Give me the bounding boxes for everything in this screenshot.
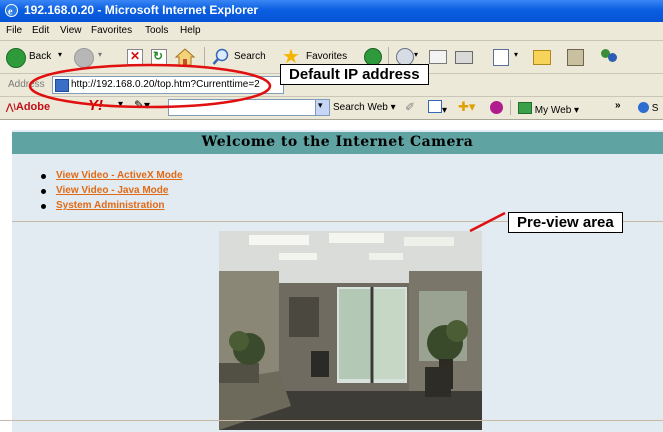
address-input[interactable]: http://192.168.0.20/top.htm?Currenttime=…: [52, 76, 284, 94]
media-button[interactable]: [364, 47, 382, 67]
search-label: Search: [234, 51, 266, 62]
list-item: System Administration: [40, 200, 183, 215]
menu-favorites[interactable]: Favorites: [91, 25, 132, 36]
refresh-button[interactable]: ↻: [150, 47, 168, 67]
search-toolbar: ⋀\Adobe Y! ▾ ✎▾ ▾ Search Web ▾ ✐ ▾ ✚▾ My…: [0, 97, 663, 120]
forward-button[interactable]: ▾: [74, 47, 114, 68]
edit-button[interactable]: ▾: [492, 47, 526, 67]
back-dropdown-icon: ▾: [58, 50, 63, 59]
chevron-down-icon: ▾: [318, 100, 323, 110]
menu-view[interactable]: View: [60, 25, 82, 36]
mail-alert-icon[interactable]: [490, 101, 503, 114]
svg-text:e: e: [8, 7, 13, 18]
yahoo-search-input[interactable]: [168, 99, 316, 116]
adobe-logo-icon: ⋀\: [6, 102, 16, 112]
research-icon: [567, 49, 584, 66]
address-url: http://192.168.0.20/top.htm?Currenttime=…: [71, 79, 260, 90]
divider: [0, 420, 663, 421]
back-arrow-icon: [6, 48, 26, 68]
page-icon: [55, 79, 69, 92]
bullet-icon: [41, 174, 46, 179]
yahoo-dropdown-icon[interactable]: ▾: [118, 99, 123, 110]
office-scene-illustration: [219, 231, 482, 430]
forward-arrow-icon: [74, 48, 94, 68]
print-icon: [455, 51, 473, 64]
edit-page-icon: [493, 49, 509, 66]
menu-file[interactable]: File: [6, 25, 22, 36]
sign-in-button[interactable]: S: [638, 102, 658, 114]
history-icon: [396, 48, 414, 66]
view-video-activex-link[interactable]: View Video - ActiveX Mode: [56, 170, 183, 181]
search-web-label: Search Web: [333, 102, 388, 113]
back-label: Back: [29, 51, 52, 62]
sign-in-label: S: [651, 103, 659, 114]
history-dropdown-icon: ▾: [414, 50, 419, 59]
divider: [12, 221, 663, 222]
mail-button[interactable]: [428, 47, 448, 67]
welcome-banner: Welcome to the Internet Camera: [12, 132, 663, 154]
print-button[interactable]: [454, 47, 474, 67]
refresh-arrow-icon: ↻: [153, 49, 164, 63]
standard-toolbar: Back ▾ ▾ ✕ ↻ Search ★ Favorites ▾ ▾: [0, 41, 663, 74]
favorites-star-icon: ★: [282, 46, 300, 68]
menu-tools[interactable]: Tools: [145, 25, 168, 36]
window-title-bar[interactable]: e 192.168.0.20 - Microsoft Internet Expl…: [0, 0, 663, 22]
toolbar-separator: [510, 100, 511, 115]
history-button[interactable]: ▾: [396, 47, 422, 67]
window-title: 192.168.0.20 - Microsoft Internet Explor…: [24, 3, 259, 17]
page-viewport[interactable]: Welcome to the Internet Camera View Vide…: [0, 120, 663, 432]
favorites-button[interactable]: ★ Favorites: [282, 46, 362, 68]
bullet-icon: [41, 189, 46, 194]
favorites-label: Favorites: [306, 51, 348, 62]
search-dropdown-button[interactable]: ▾: [315, 99, 330, 116]
menu-edit[interactable]: Edit: [32, 25, 49, 36]
camera-preview-image: [219, 231, 482, 430]
forward-dropdown-icon: ▾: [98, 50, 103, 59]
media-icon: [364, 48, 382, 66]
edit-dropdown-icon: ▾: [514, 50, 519, 59]
search-button[interactable]: Search: [212, 47, 276, 67]
folder-icon: [533, 50, 551, 65]
camera-home-panel: Welcome to the Internet Camera View Vide…: [12, 130, 663, 432]
my-web-label: My Web: [534, 105, 572, 116]
menu-bar: File Edit View Favorites Tools Help: [0, 22, 663, 41]
discuss-button[interactable]: [532, 47, 552, 67]
list-item: View Video - Java Mode: [40, 185, 183, 200]
page-title: Welcome to the Internet Camera: [201, 134, 474, 150]
bullet-icon: [41, 204, 46, 209]
search-web-button[interactable]: Search Web ▾: [333, 102, 396, 113]
address-label: Address: [8, 79, 45, 90]
toolbar-separator: [388, 47, 389, 67]
stop-x-icon: ✕: [130, 49, 141, 63]
research-button[interactable]: [566, 47, 586, 67]
yahoo-logo[interactable]: Y!: [88, 97, 103, 114]
adobe-button[interactable]: ⋀\Adobe: [6, 101, 50, 113]
search-magnifier-icon: [212, 48, 229, 65]
back-button[interactable]: Back ▾: [6, 47, 68, 68]
antispy-icon[interactable]: ✚▾: [458, 99, 475, 115]
messenger-icon-secondary: [608, 53, 617, 62]
view-video-java-link[interactable]: View Video - Java Mode: [56, 185, 168, 196]
my-web-button[interactable]: My Web ▾: [518, 102, 579, 116]
mail-icon: [429, 50, 447, 64]
sign-in-icon: [638, 102, 649, 113]
camera-nav-list: View Video - ActiveX Mode View Video - J…: [40, 170, 183, 215]
list-item: View Video - ActiveX Mode: [40, 170, 183, 185]
toolbar-separator: [204, 47, 205, 67]
my-web-icon: [518, 102, 532, 114]
address-bar: Address http://192.168.0.20/top.htm?Curr…: [0, 74, 663, 97]
system-administration-link[interactable]: System Administration: [56, 200, 165, 211]
home-button[interactable]: [174, 47, 196, 67]
toolbar-overflow-button[interactable]: »: [615, 100, 621, 111]
internet-explorer-icon: e: [5, 4, 18, 18]
adobe-label: Adobe: [15, 101, 51, 113]
highlighter-icon[interactable]: ✎▾: [134, 98, 150, 112]
page-tools-icon[interactable]: ▾: [428, 100, 447, 116]
home-icon: [174, 48, 196, 66]
messenger-button[interactable]: [600, 47, 622, 67]
stop-button[interactable]: ✕: [126, 47, 144, 67]
menu-help[interactable]: Help: [180, 25, 201, 36]
pencil-icon[interactable]: ✐: [405, 100, 415, 114]
